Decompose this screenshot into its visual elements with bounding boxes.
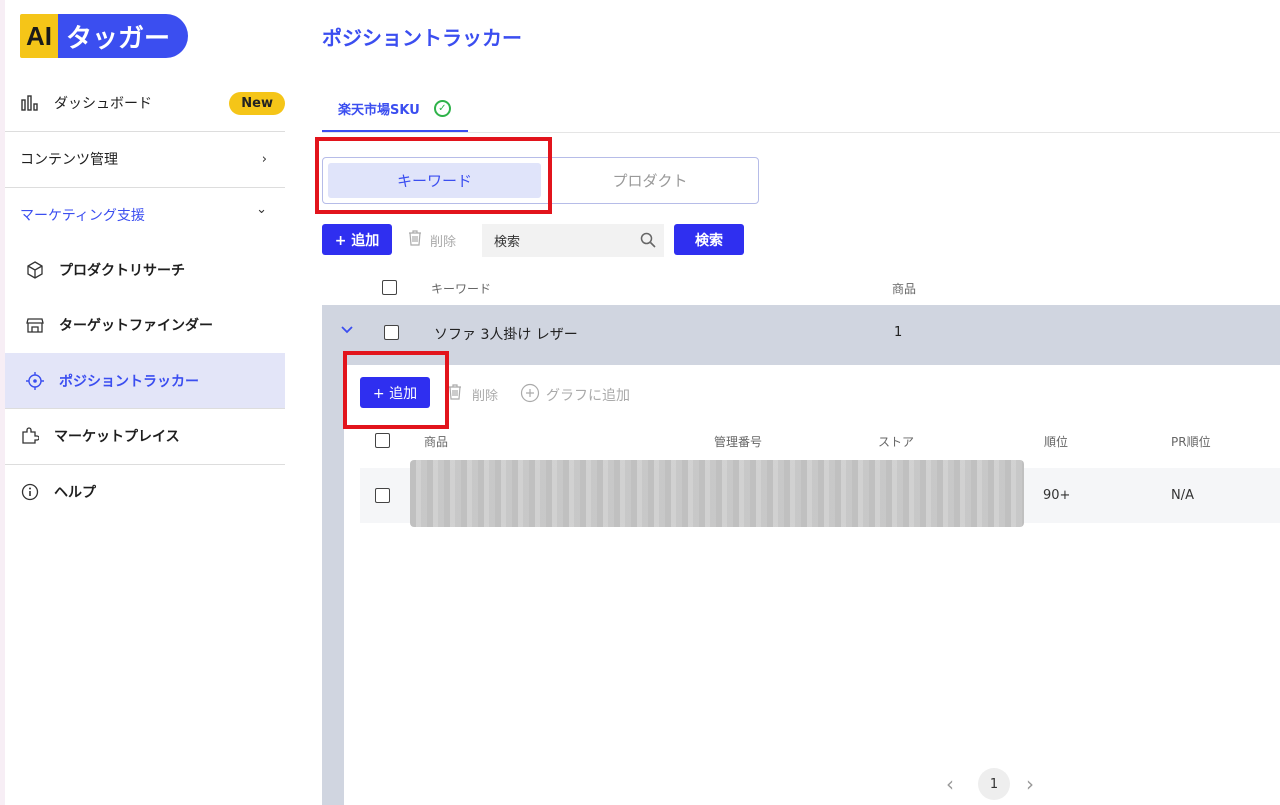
store-icon: [25, 315, 45, 335]
inner-select-all-checkbox[interactable]: [375, 433, 390, 448]
table-row[interactable]: ソファ 3人掛け レザー 1: [322, 305, 1280, 365]
sidebar-item-dashboard[interactable]: ダッシュボード New: [5, 88, 285, 118]
column-header-pr-rank: PR順位: [1171, 435, 1211, 449]
select-all-checkbox[interactable]: [382, 280, 397, 295]
inner-delete-button[interactable]: 削除: [448, 384, 498, 404]
column-header-product: 商品: [424, 435, 449, 449]
delete-label: 削除: [472, 388, 499, 404]
product-count-cell: 1: [894, 325, 903, 340]
main-content: ポジショントラッカー 楽天市場SKU ✓ キーワード プロダクト + 追加 削除…: [290, 0, 1280, 805]
target-icon: [25, 371, 45, 391]
highlight-box: [315, 137, 552, 214]
delete-button[interactable]: 削除: [408, 230, 456, 250]
sidebar-item-help[interactable]: ヘルプ: [5, 478, 285, 506]
sidebar-item-label: ヘルプ: [54, 485, 96, 501]
new-badge: New: [229, 91, 285, 115]
row-checkbox[interactable]: [384, 325, 399, 340]
logo-ai-mark: AI: [20, 14, 58, 58]
sidebar-item-label: マーケットプレイス: [54, 429, 180, 445]
chevron-right-icon: ›: [261, 151, 267, 167]
sidebar: AI タッガー ダッシュボード New コンテンツ管理 › マーケティング支援 …: [0, 0, 290, 805]
pr-rank-cell: N/A: [1171, 488, 1194, 503]
tab-label: 楽天市場SKU: [338, 102, 420, 118]
segment-product[interactable]: プロダクト: [545, 163, 755, 198]
app-root: AI タッガー ダッシュボード New コンテンツ管理 › マーケティング支援 …: [0, 0, 1280, 805]
sidebar-item-label: マーケティング支援: [20, 208, 145, 224]
sidebar-item-target-finder[interactable]: ターゲットファインダー: [5, 311, 285, 339]
nav-divider: [5, 131, 285, 132]
nav-divider: [5, 408, 285, 409]
tab-rakuten-sku[interactable]: 楽天市場SKU ✓: [322, 86, 468, 132]
tab-divider: [322, 132, 1280, 133]
nav-divider: [5, 187, 285, 188]
sidebar-item-marketing[interactable]: マーケティング支援 ⌄: [5, 202, 285, 228]
search-button[interactable]: 検索: [674, 224, 744, 255]
product-row-checkbox[interactable]: [375, 488, 390, 503]
chevron-down-icon: ⌄: [256, 202, 267, 217]
bar-chart-icon: [20, 93, 40, 113]
table-row[interactable]: 90+ N/A: [360, 460, 1280, 527]
check-circle-icon: ✓: [433, 99, 451, 117]
logo[interactable]: AI タッガー: [20, 14, 189, 58]
info-icon: [20, 482, 40, 502]
trash-icon: [408, 230, 422, 250]
chevron-down-icon[interactable]: [340, 323, 354, 339]
sidebar-item-label: ポジショントラッカー: [59, 373, 199, 390]
column-header-keyword: キーワード: [431, 282, 492, 296]
box-icon: [25, 260, 45, 280]
redacted-product-info: [410, 460, 1024, 527]
sidebar-item-marketplace[interactable]: マーケットプレイス: [5, 422, 285, 450]
sidebar-item-position-tracker[interactable]: ポジショントラッカー: [5, 353, 285, 408]
sidebar-item-content[interactable]: コンテンツ管理 ›: [5, 146, 285, 172]
nav-divider: [5, 464, 285, 465]
logo-name: タッガー: [58, 14, 189, 58]
add-button[interactable]: + 追加: [322, 224, 392, 255]
pagination: ‹ 1 ›: [946, 768, 1046, 800]
sidebar-item-label: プロダクトリサーチ: [59, 263, 185, 279]
page-number[interactable]: 1: [978, 768, 1010, 800]
rank-cell: 90+: [1043, 488, 1071, 503]
column-header-rank: 順位: [1044, 435, 1069, 449]
next-page-icon[interactable]: ›: [1026, 772, 1046, 796]
keyword-cell: ソファ 3人掛け レザー: [434, 327, 578, 343]
column-header-products: 商品: [892, 282, 917, 296]
prev-page-icon[interactable]: ‹: [946, 772, 966, 796]
page-title: ポジショントラッカー: [322, 26, 522, 50]
plus-circle-icon: [520, 383, 540, 407]
search-input[interactable]: [494, 233, 634, 248]
sidebar-item-label: コンテンツ管理: [20, 152, 118, 168]
sidebar-item-label: ターゲットファインダー: [59, 318, 213, 334]
add-to-graph-label: グラフに追加: [546, 388, 630, 404]
highlight-box: [343, 351, 449, 429]
table-header: キーワード 商品: [322, 270, 1280, 305]
trash-icon: [448, 384, 462, 404]
expanded-row-container: ソファ 3人掛け レザー 1: [322, 305, 1280, 805]
sidebar-item-label: ダッシュボード: [54, 96, 152, 112]
puzzle-icon: [20, 426, 40, 446]
column-header-mgmt-number: 管理番号: [714, 435, 763, 449]
search-field[interactable]: [482, 224, 664, 257]
sidebar-item-product-research[interactable]: プロダクトリサーチ: [5, 256, 285, 284]
inner-panel: [344, 365, 1280, 805]
add-to-graph-button[interactable]: グラフに追加: [520, 383, 630, 407]
search-icon: [640, 232, 656, 252]
delete-label: 削除: [430, 234, 457, 250]
column-header-store: ストア: [878, 435, 915, 449]
